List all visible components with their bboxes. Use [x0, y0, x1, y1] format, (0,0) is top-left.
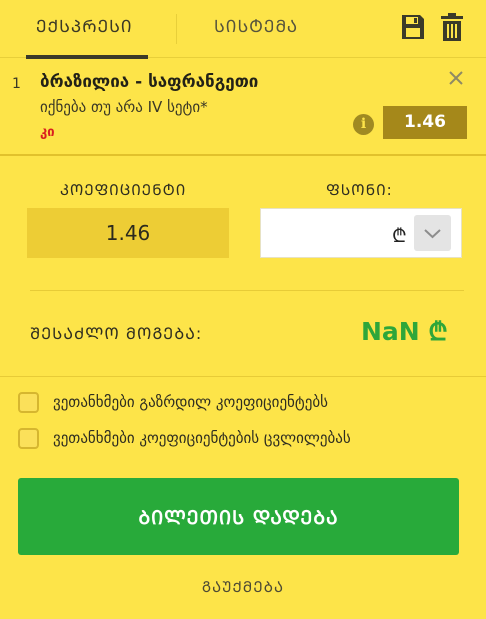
possible-winnings-label: ᲨᲔᲡᲐᲫᲚᲝ ᲛᲝᲒᲔᲑᲐ:: [30, 324, 203, 343]
coefficient-label: ᲙᲝᲔᲤᲘᲪᲘᲔᲜᲢᲘ: [60, 181, 187, 199]
divider: [30, 290, 464, 291]
divider: [0, 376, 486, 377]
accept-odds-change-checkbox[interactable]: [18, 428, 39, 449]
save-icon[interactable]: [400, 13, 426, 41]
stake-dropdown[interactable]: [414, 215, 451, 251]
trash-icon[interactable]: [440, 12, 464, 42]
tab-divider: [176, 14, 177, 44]
bet-index: 1: [12, 76, 21, 92]
bet-item: 1 ბრაზილია - საფრანგეთი იქნება თუ არა IV…: [0, 59, 486, 156]
bet-match-title: ბრაზილია - საფრანგეთი: [40, 72, 259, 92]
stake-field: ₾: [260, 208, 462, 258]
place-bet-button[interactable]: ᲑᲘᲚᲔᲗᲘᲡ ᲓᲐᲓᲔᲑᲐ: [18, 478, 459, 555]
chevron-down-icon: [424, 229, 441, 239]
stake-input[interactable]: [267, 217, 387, 249]
bet-slip-tabs: ᲔᲥᲡᲞᲠᲔᲡᲘ ᲡᲘᲡᲢᲔᲛᲐ: [0, 0, 486, 59]
stake-currency: ₾: [392, 225, 407, 247]
accept-increased-odds-checkbox[interactable]: [18, 392, 39, 413]
accept-increased-odds-label: ვეთანხმები გაზრდილ კოეფიციენტებს: [53, 393, 328, 411]
bet-odds: 1.46: [383, 106, 467, 139]
possible-winnings-value: NaN ₾: [361, 317, 448, 346]
accept-odds-change-label: ვეთანხმები კოეფიციენტების ცვლილებას: [53, 429, 351, 447]
info-icon[interactable]: i: [353, 114, 374, 135]
close-icon[interactable]: [447, 69, 465, 87]
tab-system[interactable]: ᲡᲘᲡᲢᲔᲛᲐ: [214, 14, 298, 37]
tab-express[interactable]: ᲔᲥᲡᲞᲠᲔᲡᲘ: [36, 14, 133, 37]
bet-market: იქნება თუ არა IV სეტი*: [40, 98, 208, 116]
cancel-button[interactable]: ᲒᲐᲣᲥᲛᲔᲑᲐ: [0, 577, 486, 597]
stake-label: ᲤᲡᲝᲜᲘ:: [326, 181, 393, 199]
coefficient-value: 1.46: [27, 208, 229, 258]
bet-outcome: კი: [40, 125, 55, 140]
